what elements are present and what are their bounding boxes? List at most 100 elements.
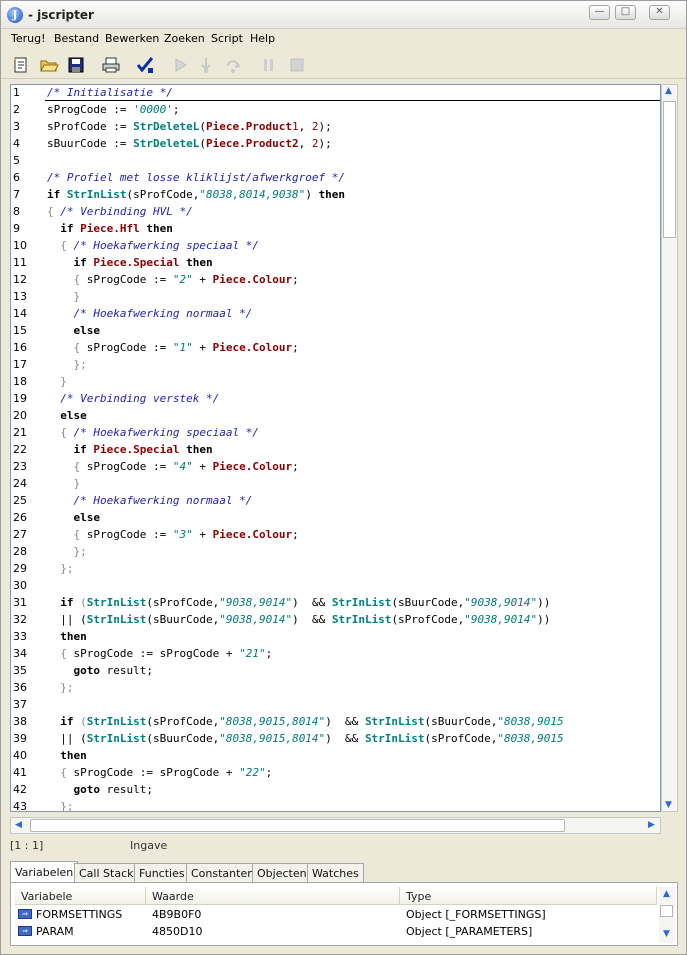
code-line[interactable]: if (StrInList(sProfCode,"9038,9014") && … <box>47 594 550 611</box>
menu-bestand[interactable]: Bestand <box>54 32 99 45</box>
code-line[interactable]: }; <box>47 356 86 373</box>
code-line[interactable]: /* Hoekafwerking normaal */ <box>47 492 253 509</box>
code-line[interactable]: } <box>47 475 80 492</box>
code-line[interactable]: goto result; <box>47 781 153 798</box>
tab-functies[interactable]: Functies <box>134 863 190 882</box>
stop-icon[interactable] <box>287 56 307 74</box>
menu-script[interactable]: Script <box>211 32 243 45</box>
code-line[interactable]: then <box>47 628 87 645</box>
minimize-button[interactable]: — <box>589 5 610 20</box>
code-line[interactable]: } <box>47 288 80 305</box>
code-line[interactable]: else <box>47 407 87 424</box>
scroll-up-arrow-icon[interactable]: ▲ <box>663 889 670 899</box>
code-line[interactable]: else <box>47 509 101 526</box>
vertical-scroll-thumb[interactable] <box>663 101 676 238</box>
run-icon[interactable] <box>171 56 191 74</box>
code-token: "8038,9015,8014" <box>219 732 326 745</box>
close-button[interactable]: ✕ <box>649 5 670 20</box>
code-line[interactable]: /* Hoekafwerking normaal */ <box>47 305 253 322</box>
code-line[interactable]: if Piece.Hfl then <box>47 220 173 237</box>
scroll-up-arrow-icon[interactable]: ▲ <box>665 86 672 96</box>
scroll-down-arrow-icon[interactable]: ▼ <box>665 800 672 810</box>
code-line[interactable]: if Piece.Special then <box>47 254 213 271</box>
tab-call-stack[interactable]: Call Stack <box>74 863 139 882</box>
column-header-waarde[interactable]: Waarde <box>146 887 400 905</box>
tab-objecten[interactable]: Objecten <box>252 863 312 882</box>
editor-horizontal-scrollbar[interactable]: ◀ ▶ <box>10 817 661 834</box>
scroll-left-arrow-icon[interactable]: ◀ <box>15 820 22 830</box>
code-token: then <box>318 188 346 201</box>
scroll-down-arrow-icon[interactable]: ▼ <box>663 929 670 939</box>
editor-vertical-scrollbar[interactable]: ▲ ▼ <box>661 84 678 812</box>
menu-help[interactable]: Help <box>250 32 275 45</box>
code-line[interactable]: }; <box>47 679 73 696</box>
save-icon[interactable] <box>66 56 86 74</box>
code-line[interactable]: { sProgCode := "3" + Piece.Colour; <box>47 526 298 543</box>
variables-scrollbar[interactable]: ▲ ▼ <box>659 887 675 943</box>
code-line[interactable]: { sProgCode := sProgCode + "21"; <box>47 645 272 662</box>
open-folder-icon[interactable] <box>39 56 59 74</box>
new-file-icon[interactable] <box>11 56 31 74</box>
code-line[interactable]: then <box>47 747 87 764</box>
tab-variabelen[interactable]: Variabelen <box>10 861 79 883</box>
code-view[interactable]: /* Initialisatie */sProgCode := '0000'; s… <box>45 85 660 811</box>
print-icon[interactable] <box>101 56 121 74</box>
code-line[interactable]: /* Profiel met losse kliklijst/afwerkgro… <box>47 169 345 186</box>
code-token: + <box>192 528 213 541</box>
code-token: StrInList <box>331 613 392 626</box>
code-line[interactable]: if (StrInList(sProfCode,"8038,9015,8014"… <box>47 713 563 730</box>
scroll-right-arrow-icon[interactable]: ▶ <box>648 820 655 830</box>
check-syntax-icon[interactable] <box>135 56 155 74</box>
variable-name[interactable]: FORMSETTINGS <box>36 906 122 923</box>
column-header-type[interactable]: Type <box>400 887 657 905</box>
code-line[interactable]: /* Initialisatie */ <box>47 85 173 101</box>
code-line[interactable]: }; <box>47 798 73 811</box>
horizontal-scroll-thumb[interactable] <box>30 819 565 832</box>
code-token: (sProfCode, <box>126 188 200 201</box>
code-line[interactable]: { /* Hoekafwerking speciaal */ <box>47 424 259 441</box>
code-editor[interactable]: 1 2 3 4 5 6 7 8 9 10 11 12 13 14 15 16 17 18 19 20 21 22 23 24 2… <box>10 84 661 812</box>
code-line[interactable]: { /* Verbinding HVL */ <box>47 203 193 220</box>
line-number: 1 <box>13 86 20 99</box>
code-line[interactable]: if StrInList(sProfCode,"8038,8014,9038")… <box>47 186 345 203</box>
variable-name[interactable]: PARAM <box>36 923 74 940</box>
step-into-icon[interactable] <box>196 56 216 74</box>
pause-icon[interactable] <box>259 56 279 74</box>
code-line[interactable]: else <box>47 322 101 339</box>
column-header-variabele[interactable]: Variabele <box>15 887 146 905</box>
code-line[interactable]: } <box>47 373 67 390</box>
code-token: if <box>73 256 94 269</box>
menu-terug[interactable]: Terug! <box>11 32 46 45</box>
line-number-gutter: 1 2 3 4 5 6 7 8 9 10 11 12 13 14 15 16 17 18 19 20 21 22 23 24 2… <box>11 85 45 811</box>
code-line[interactable]: /* Verbinding verstek */ <box>47 390 219 407</box>
variables-table[interactable]: Variabele Waarde Type ⇒ FORMSETTINGS 4B9… <box>15 887 657 943</box>
code-line[interactable]: }; <box>47 543 86 560</box>
code-line[interactable]: sProgCode := '0000'; <box>47 101 179 118</box>
code-line[interactable]: || (StrInList(sBuurCode,"9038,9014") && … <box>47 611 550 628</box>
code-line[interactable]: goto result; <box>47 662 153 679</box>
code-line[interactable]: sBuurCode := StrDeleteL(Piece.Product2, … <box>47 135 332 152</box>
line-number: 40 <box>13 749 27 762</box>
code-line[interactable]: { sProgCode := "2" + Piece.Colour; <box>47 271 298 288</box>
toolbar <box>1 51 686 79</box>
title-bar[interactable]: J - jscripter — □ ✕ <box>1 1 686 29</box>
code-line[interactable]: || (StrInList(sBuurCode,"8038,9015,8014"… <box>47 730 563 747</box>
code-line[interactable]: { sProgCode := "4" + Piece.Colour; <box>47 458 298 475</box>
code-line[interactable]: { sProgCode := "1" + Piece.Colour; <box>47 339 298 356</box>
code-line[interactable]: { sProgCode := sProgCode + "22"; <box>47 764 272 781</box>
menu-bewerken[interactable]: Bewerken <box>105 32 159 45</box>
menu-zoeken[interactable]: Zoeken <box>164 32 205 45</box>
code-line[interactable]: if Piece.Special then <box>47 441 213 458</box>
code-token: else <box>60 409 87 422</box>
variables-scroll-thumb[interactable] <box>660 905 673 917</box>
code-line[interactable]: }; <box>47 560 73 577</box>
code-line[interactable]: { /* Hoekafwerking speciaal */ <box>47 237 259 254</box>
maximize-button[interactable]: □ <box>615 5 636 20</box>
code-token: ; <box>265 766 273 779</box>
code-line[interactable]: sProfCode := StrDeleteL(Piece.Product1, … <box>47 118 332 135</box>
tab-constanten[interactable]: Constanten <box>186 863 260 882</box>
step-over-icon[interactable] <box>223 56 243 74</box>
tab-watches[interactable]: Watches <box>307 863 364 882</box>
